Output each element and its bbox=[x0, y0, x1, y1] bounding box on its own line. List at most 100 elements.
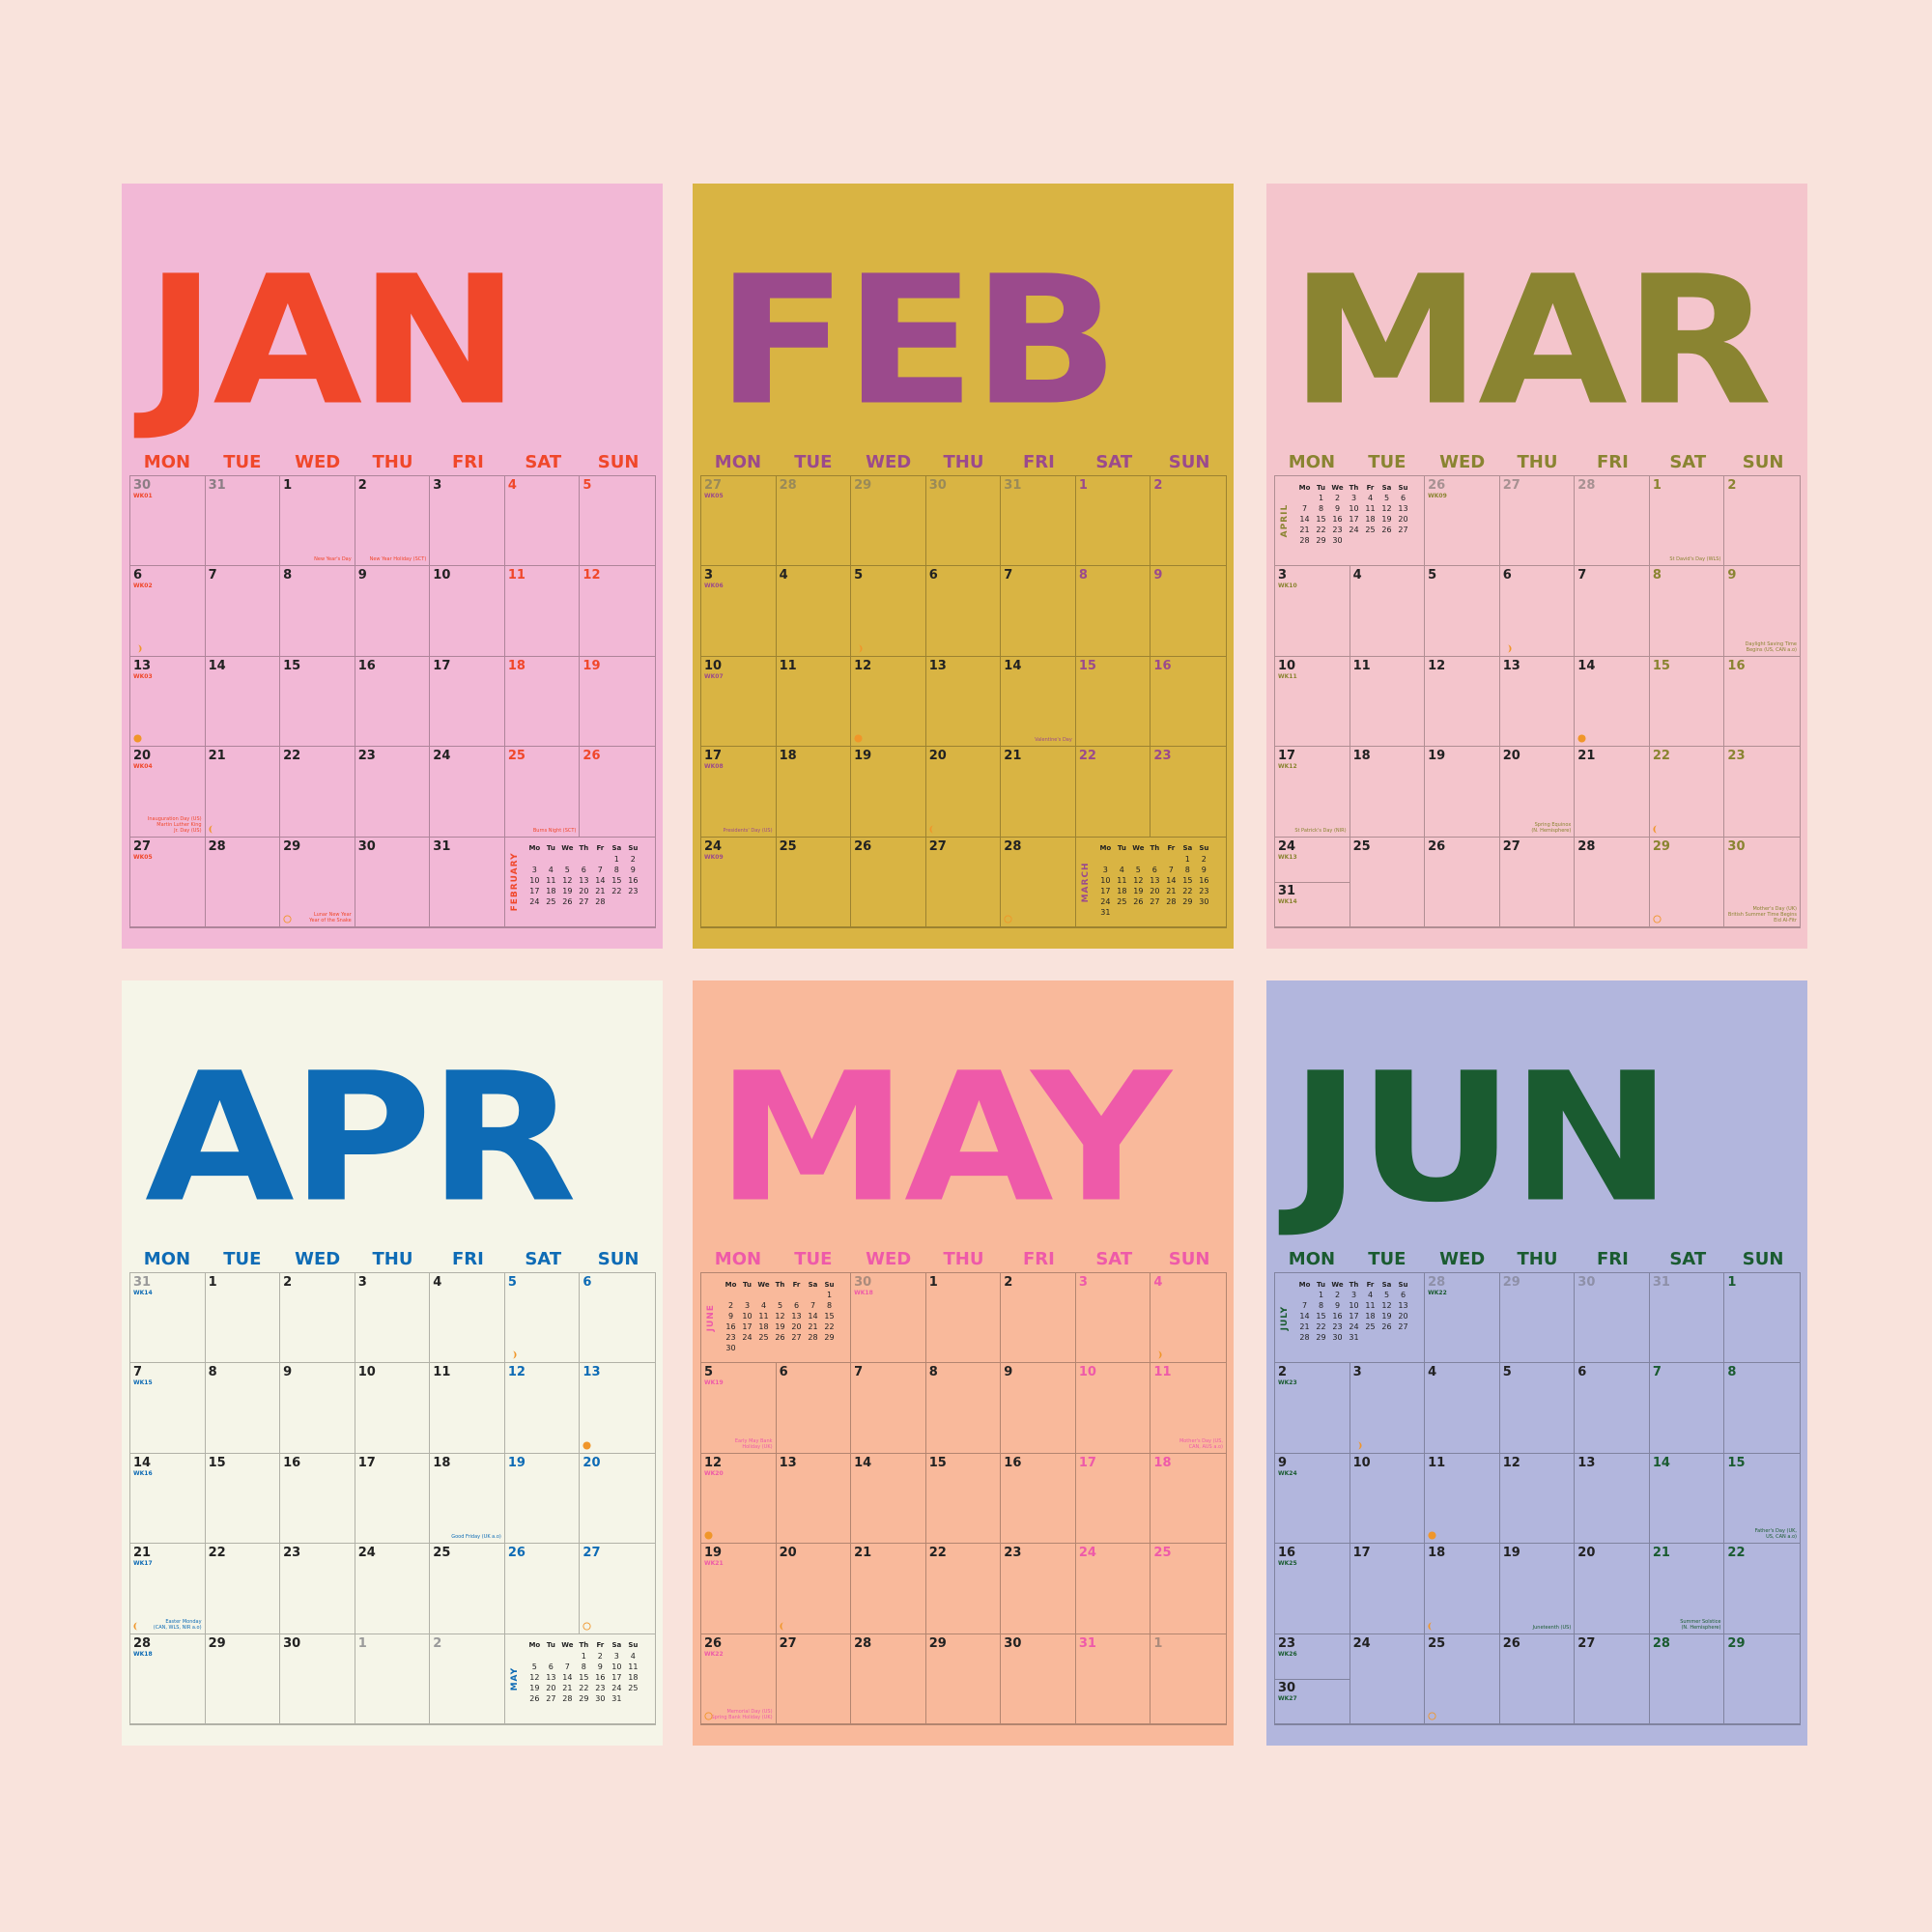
day-cell[interactable]: 13 bbox=[580, 1363, 655, 1454]
day-cell[interactable]: 6 bbox=[776, 1363, 852, 1454]
day-cell[interactable]: 31 bbox=[1001, 476, 1076, 567]
day-cell[interactable]: 21 bbox=[1575, 747, 1650, 838]
day-cell[interactable]: 19 bbox=[580, 657, 655, 748]
day-cell[interactable]: 8 bbox=[1724, 1363, 1800, 1454]
day-cell[interactable]: 7 bbox=[1649, 1363, 1725, 1454]
day-cell[interactable]: 4 bbox=[1350, 566, 1426, 657]
day-cell[interactable]: 9 bbox=[280, 1363, 355, 1454]
day-cell[interactable]: 15 bbox=[280, 656, 355, 748]
day-cell[interactable]: 22 bbox=[1724, 1544, 1800, 1634]
day-cell[interactable]: 18 bbox=[776, 747, 852, 838]
day-cell[interactable]: 30 Mother's Day (UK) British Summer Time B… bbox=[1724, 838, 1800, 927]
day-cell[interactable]: 18 Good Friday (UK a.o) bbox=[430, 1453, 505, 1545]
day-cell[interactable]: 24 WK13 31 WK14 bbox=[1275, 837, 1350, 927]
day-cell[interactable]: 17 bbox=[1350, 1544, 1426, 1634]
day-cell[interactable]: 18 bbox=[1425, 1544, 1500, 1634]
day-cell[interactable]: 8 bbox=[280, 566, 355, 657]
day-cell[interactable]: 23 bbox=[1001, 1544, 1076, 1634]
day-cell[interactable]: 6 bbox=[1575, 1363, 1650, 1454]
day-cell[interactable]: 6 WK02 bbox=[130, 566, 206, 657]
day-cell[interactable]: 28 WK18 bbox=[130, 1634, 206, 1724]
day-cell[interactable]: 2 bbox=[280, 1273, 355, 1364]
day-cell[interactable]: 5 bbox=[1425, 566, 1500, 657]
day-cell[interactable]: 2 bbox=[430, 1634, 505, 1724]
day-cell[interactable]: 17 WK12 St Patrick's Day (NIR) bbox=[1275, 747, 1350, 838]
day-cell[interactable]: 24 bbox=[1350, 1634, 1426, 1724]
day-cell[interactable]: 25 bbox=[1350, 837, 1426, 927]
day-cell[interactable]: 20 bbox=[1575, 1544, 1650, 1634]
day-cell[interactable]: 8 bbox=[1075, 566, 1151, 657]
day-cell[interactable]: 10 bbox=[1350, 1453, 1426, 1545]
day-cell[interactable]: 28 bbox=[1575, 476, 1650, 567]
day-cell[interactable]: 16 bbox=[1001, 1453, 1076, 1545]
day-cell[interactable]: 14 bbox=[1575, 656, 1650, 748]
day-cell[interactable]: 31 bbox=[1075, 1634, 1151, 1724]
day-cell[interactable]: 14 bbox=[1649, 1453, 1725, 1545]
day-cell[interactable]: 8 bbox=[925, 1363, 1002, 1454]
day-cell[interactable]: 4 bbox=[1151, 1273, 1226, 1364]
day-cell[interactable]: 26 WK09 bbox=[1425, 476, 1500, 567]
day-cell[interactable]: 10 bbox=[1075, 1363, 1151, 1454]
day-cell[interactable]: 1 bbox=[1151, 1634, 1226, 1724]
day-cell[interactable]: 27 bbox=[1499, 476, 1576, 567]
day-cell[interactable]: 22 bbox=[925, 1544, 1002, 1634]
day-cell[interactable]: 20 Spring Equinox (N. Hemisphere) bbox=[1499, 747, 1576, 838]
day-cell[interactable]: 18 bbox=[504, 656, 581, 748]
day-cell[interactable]: 4 bbox=[430, 1273, 505, 1364]
day-cell[interactable]: 27 WK05 bbox=[701, 476, 777, 567]
day-cell[interactable]: 1 bbox=[355, 1634, 431, 1724]
day-cell[interactable]: 10 bbox=[355, 1363, 431, 1454]
day-cell[interactable]: 16 bbox=[1151, 657, 1226, 748]
day-cell[interactable]: 31 bbox=[430, 837, 505, 927]
day-cell[interactable]: 5 WK19 Early May Bank Holiday (UK) bbox=[701, 1363, 777, 1454]
day-cell[interactable]: 11 bbox=[1425, 1453, 1500, 1545]
day-cell[interactable]: 20 bbox=[925, 747, 1002, 838]
day-cell[interactable]: 13 bbox=[776, 1453, 852, 1545]
day-cell[interactable]: 31 bbox=[1649, 1273, 1725, 1364]
day-cell[interactable]: 12 bbox=[1425, 656, 1500, 748]
day-cell[interactable]: 9 Daylight Saving Time Begins (US, CAN a.o… bbox=[1724, 566, 1800, 657]
day-cell[interactable]: 30 WK01 bbox=[130, 476, 206, 567]
day-cell[interactable]: 11 bbox=[776, 656, 852, 748]
day-cell[interactable]: 25 bbox=[430, 1544, 505, 1634]
day-cell[interactable]: 29 Lunar New Year Year of the Snake bbox=[280, 837, 355, 927]
day-cell[interactable]: 14 WK16 bbox=[130, 1453, 206, 1545]
day-cell[interactable]: 27 WK05 bbox=[130, 837, 206, 927]
day-cell[interactable]: 28 bbox=[1649, 1634, 1725, 1724]
day-cell[interactable]: 28 bbox=[851, 1634, 926, 1724]
day-cell[interactable]: 19 Juneteenth (US) bbox=[1499, 1544, 1576, 1634]
day-cell[interactable]: 19 bbox=[851, 747, 926, 838]
day-cell[interactable]: 30 bbox=[1001, 1634, 1076, 1724]
day-cell[interactable]: 26 bbox=[1425, 837, 1500, 927]
day-cell[interactable]: 30 bbox=[280, 1634, 355, 1724]
day-cell[interactable]: 29 bbox=[1724, 1634, 1800, 1724]
day-cell[interactable]: 7 bbox=[851, 1363, 926, 1454]
day-cell[interactable]: 1 bbox=[925, 1273, 1002, 1364]
day-cell[interactable]: 6 bbox=[1499, 566, 1576, 657]
day-cell[interactable]: 4 bbox=[1425, 1363, 1500, 1454]
day-cell[interactable]: 19 bbox=[504, 1453, 581, 1545]
day-cell[interactable]: 21 WK17 Easter Monday (CAN, WLS, NIR a.o) bbox=[130, 1544, 206, 1634]
day-cell[interactable]: 15 bbox=[925, 1453, 1002, 1545]
day-cell[interactable]: 14 Valentine's Day bbox=[1001, 656, 1076, 748]
day-cell[interactable]: 22 bbox=[205, 1544, 281, 1634]
day-cell[interactable]: 3 bbox=[430, 476, 505, 567]
day-cell[interactable]: 20 bbox=[776, 1544, 852, 1634]
day-cell[interactable]: 27 bbox=[1499, 837, 1576, 927]
day-cell[interactable]: 29 bbox=[851, 476, 926, 567]
day-cell[interactable]: 12 bbox=[504, 1363, 581, 1454]
day-cell[interactable]: 12 WK20 bbox=[701, 1453, 777, 1545]
day-cell[interactable]: 28 bbox=[1001, 837, 1076, 927]
day-cell[interactable]: 2 bbox=[1151, 476, 1226, 567]
day-cell[interactable]: 16 WK25 bbox=[1275, 1544, 1350, 1634]
day-cell[interactable]: 21 bbox=[851, 1544, 926, 1634]
day-cell[interactable]: 16 bbox=[280, 1453, 355, 1545]
day-cell[interactable]: 23 WK26 30 WK27 bbox=[1275, 1634, 1350, 1724]
day-cell[interactable]: 15 bbox=[205, 1453, 281, 1545]
day-cell[interactable]: 7 bbox=[1001, 566, 1076, 657]
day-cell[interactable]: 23 bbox=[1724, 747, 1800, 838]
day-cell[interactable]: 22 bbox=[280, 747, 355, 838]
day-cell-bottom[interactable]: 30 WK27 bbox=[1275, 1679, 1350, 1723]
day-cell[interactable]: 7 bbox=[1575, 566, 1650, 657]
day-cell[interactable]: 29 bbox=[1499, 1273, 1576, 1364]
